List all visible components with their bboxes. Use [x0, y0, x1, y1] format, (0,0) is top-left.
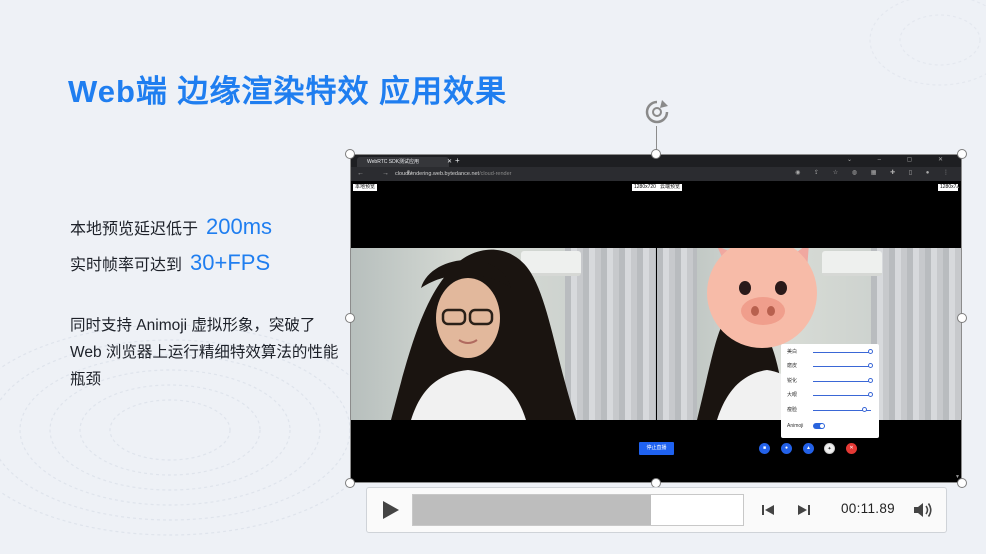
progress-bar[interactable] — [412, 494, 744, 526]
resize-handle-nw[interactable] — [345, 149, 355, 159]
latency-stat: 本地预览延迟低于 200ms — [70, 214, 272, 240]
latency-value: 200ms — [206, 214, 273, 239]
media-player: 00:11.89 — [366, 487, 947, 533]
step-back-icon[interactable] — [760, 502, 776, 518]
latency-label: 本地预览延迟低于 — [70, 221, 199, 238]
rotate-handle-icon[interactable] — [642, 98, 672, 126]
fps-value: 30+FPS — [190, 250, 271, 275]
play-icon[interactable] — [379, 499, 401, 521]
playback-time: 00:11.89 — [841, 501, 895, 516]
rotate-stem — [656, 126, 657, 150]
resize-handle-e[interactable] — [957, 313, 967, 323]
step-forward-icon[interactable] — [796, 502, 812, 518]
fps-label: 实时帧率可达到 — [70, 257, 183, 274]
slide-title: Web端 边缘渲染特效 应用效果 — [68, 74, 508, 109]
progress-fill — [413, 495, 651, 525]
resize-handle-n[interactable] — [651, 149, 661, 159]
volume-icon[interactable] — [912, 500, 934, 520]
resize-handle-w[interactable] — [345, 313, 355, 323]
fps-stat: 实时帧率可达到 30+FPS — [70, 250, 270, 276]
selection-frame — [350, 154, 962, 483]
resize-handle-se[interactable] — [957, 478, 967, 488]
resize-handle-sw[interactable] — [345, 478, 355, 488]
resize-handle-ne[interactable] — [957, 149, 967, 159]
description-text: 同时支持 Animoji 虚拟形象，突破了 Web 浏览器上运行精细特效算法的性… — [70, 317, 339, 388]
